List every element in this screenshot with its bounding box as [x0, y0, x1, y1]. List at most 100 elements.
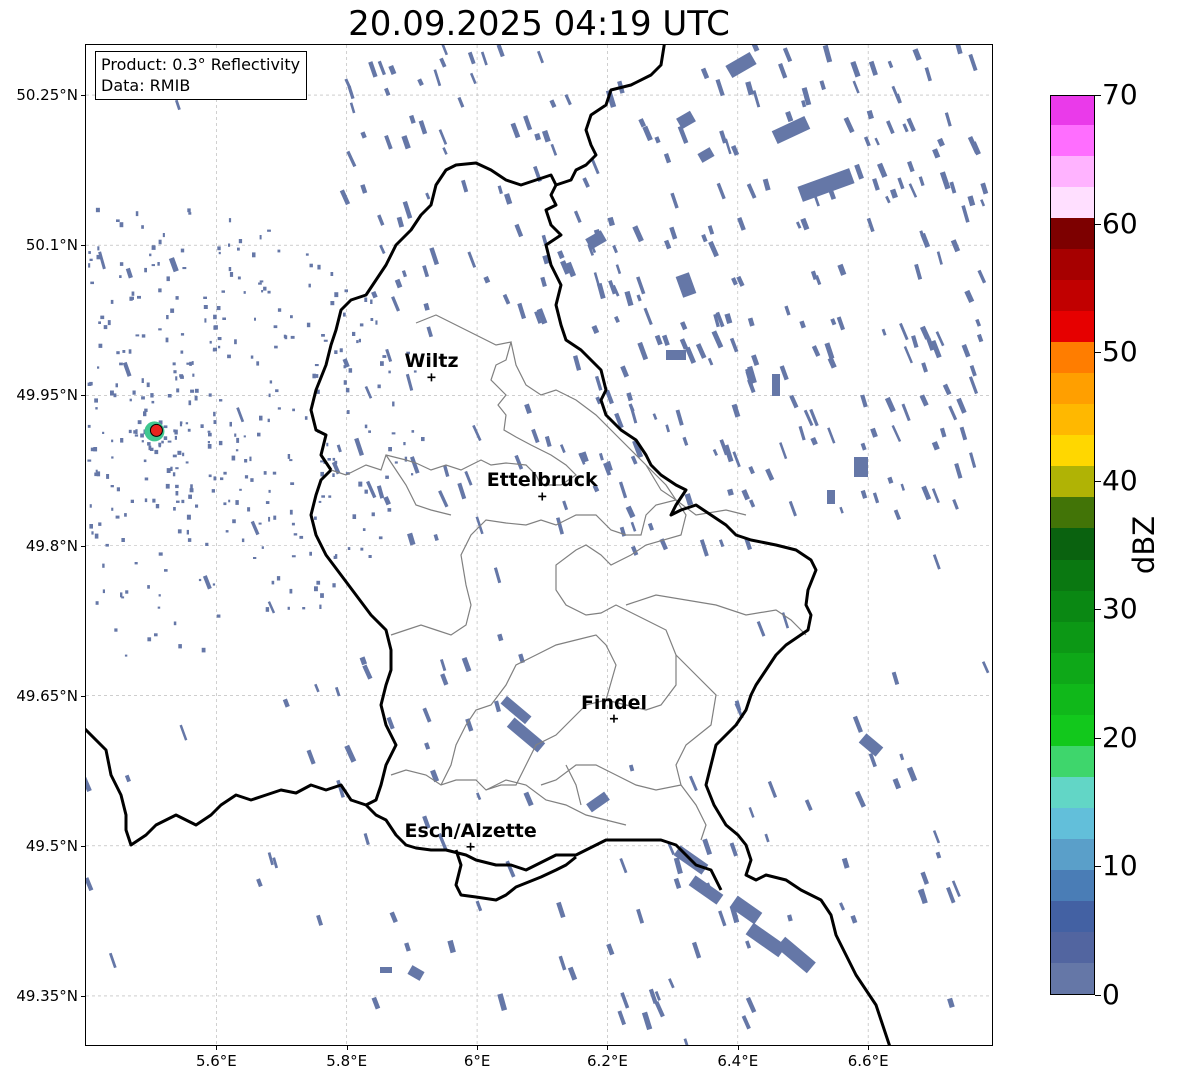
lon-tick-label: 5.6°E	[195, 1052, 237, 1070]
radar-echo	[154, 449, 159, 455]
radar-echo	[921, 485, 932, 501]
radar-echo	[166, 315, 169, 320]
radar-echo	[935, 851, 942, 859]
radar-echo	[347, 547, 351, 550]
radar-echo	[424, 742, 431, 750]
radar-echo	[946, 886, 956, 904]
radar-echo	[176, 500, 180, 503]
lat-tick-mark	[81, 395, 86, 397]
city-marker	[466, 842, 475, 851]
radar-echo	[900, 483, 905, 491]
radar-echo	[185, 422, 189, 425]
radar-echo	[948, 405, 958, 421]
radar-echo	[201, 647, 206, 653]
radar-echo	[903, 346, 913, 364]
radar-echo	[685, 346, 697, 364]
lon-tick-label: 5.8°E	[326, 1052, 368, 1070]
radar-echo	[263, 286, 267, 291]
radar-echo	[137, 295, 141, 299]
radar-echo	[907, 160, 915, 173]
radar-echo	[120, 592, 123, 598]
colorbar-segment	[1051, 341, 1094, 374]
radar-echo	[253, 557, 257, 559]
radar-echo	[730, 145, 740, 156]
radar-echo	[268, 393, 271, 398]
lon-tick-mark	[737, 1045, 739, 1050]
product-info-box: Product: 0.3° Reflectivity Data: RMIB	[95, 51, 308, 100]
radar-echo	[111, 456, 114, 459]
radar-echo	[961, 205, 970, 223]
radar-echo	[483, 275, 491, 284]
radar-echo	[680, 321, 688, 331]
radar-echo	[429, 247, 440, 266]
radar-echo	[741, 1015, 751, 1030]
radar-echo	[407, 965, 425, 981]
radar-echo	[858, 733, 884, 757]
radar-echo	[860, 442, 867, 451]
radar-echo	[534, 132, 541, 141]
radar-echo	[111, 507, 114, 511]
radar-echo	[392, 401, 395, 407]
radar-echo	[115, 515, 120, 519]
radar-echo	[250, 355, 254, 359]
lon-tick-mark	[868, 1045, 870, 1050]
radar-echo	[969, 452, 977, 469]
colorbar-tick-label: 50	[1102, 335, 1138, 369]
radar-echo	[866, 217, 875, 233]
radar-echo	[93, 447, 98, 452]
radar-echo	[504, 193, 513, 205]
radar-echo	[323, 339, 328, 342]
radar-echo	[119, 275, 122, 278]
radar-echo	[830, 318, 837, 326]
radar-echo	[235, 500, 239, 505]
colorbar-segment	[1051, 900, 1094, 932]
radar-echo	[839, 506, 844, 514]
radar-echo	[320, 593, 324, 598]
colorbar-segment	[1051, 403, 1094, 436]
radar-echo	[208, 393, 212, 397]
radar-echo	[377, 214, 385, 226]
radar-echo	[881, 328, 887, 336]
radar-echo	[316, 580, 321, 585]
radar-echo	[586, 791, 610, 813]
radar-echo	[843, 116, 855, 134]
colorbar-segment	[1051, 559, 1094, 591]
radar-echo	[902, 123, 909, 133]
radar-echo	[887, 60, 894, 69]
radar-echo	[151, 264, 155, 267]
radar-echo	[143, 411, 147, 417]
radar-echo	[360, 131, 367, 139]
radar-echo	[349, 102, 356, 114]
radar-echo	[688, 775, 698, 792]
radar-echo	[697, 147, 715, 163]
radar-echo	[334, 686, 341, 697]
radar-echo	[293, 533, 298, 536]
radar-map[interactable]	[86, 45, 992, 1046]
radar-echo	[148, 445, 152, 451]
radar-echo	[236, 407, 245, 423]
radar-echo	[567, 966, 578, 981]
radar-echo	[128, 349, 132, 354]
radar-echo	[410, 456, 420, 474]
radar-echo	[683, 1038, 689, 1046]
radar-echo	[277, 407, 281, 410]
radar-echo	[168, 257, 179, 273]
radar-echo	[469, 72, 477, 85]
city-label: Findel	[580, 691, 647, 714]
radar-echo	[827, 427, 836, 444]
radar-echo	[269, 380, 273, 384]
radar-echo	[778, 63, 788, 79]
radar-echo	[891, 425, 902, 443]
radar-echo	[626, 392, 633, 402]
radar-echo	[133, 430, 136, 434]
radar-echo	[607, 216, 615, 227]
radar-echo	[377, 384, 381, 389]
radar-echo	[541, 130, 551, 143]
radar-echo	[88, 263, 91, 268]
colorbar-segment	[1051, 683, 1094, 715]
radar-echo	[765, 468, 775, 481]
colorbar-tick-mark	[1095, 995, 1101, 996]
radar-echo	[364, 297, 368, 302]
radar-echo	[124, 654, 128, 657]
radar-echo	[244, 475, 249, 479]
